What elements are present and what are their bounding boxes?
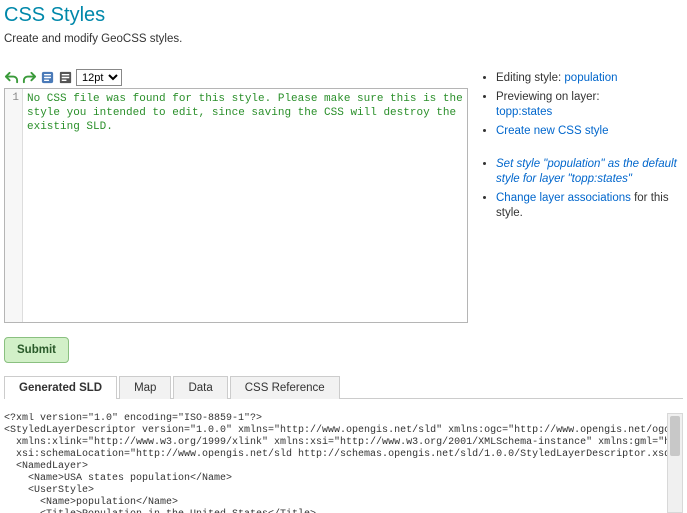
tab-map[interactable]: Map <box>119 376 171 399</box>
sld-scrollbar-thumb[interactable] <box>670 416 680 456</box>
preview-layer-link[interactable]: topp:states <box>496 106 552 118</box>
tab-data[interactable]: Data <box>173 376 227 399</box>
generated-sld-output: <?xml version="1.0" encoding="ISO-8859-1… <box>4 413 683 513</box>
tab-generated-sld[interactable]: Generated SLD <box>4 376 117 399</box>
tab-css-reference[interactable]: CSS Reference <box>230 376 340 399</box>
reformat-icon[interactable] <box>58 70 73 85</box>
change-layer-associations-link[interactable]: Change layer associations <box>496 192 631 204</box>
page-subtitle: Create and modify GeoCSS styles. <box>4 33 683 45</box>
sidebar-item-set-default: Set style "population" as the default st… <box>496 157 683 187</box>
generated-sld-panel: <?xml version="1.0" encoding="ISO-8859-1… <box>4 413 683 513</box>
editor-toolbar: 12pt <box>4 69 468 86</box>
submit-button[interactable]: Submit <box>4 337 69 363</box>
editing-style-link[interactable]: population <box>564 72 617 84</box>
sidebar-item-editing: Editing style: population <box>496 71 683 86</box>
sidebar-item-change-assoc: Change layer associations for this style… <box>496 191 683 221</box>
page-title: CSS Styles <box>4 0 683 33</box>
redo-icon[interactable] <box>22 70 37 85</box>
preview-label: Previewing on layer: <box>496 91 600 103</box>
font-size-select[interactable]: 12pt <box>76 69 122 86</box>
result-tabs: Generated SLD Map Data CSS Reference <box>4 375 683 399</box>
editing-style-label: Editing style: <box>496 72 564 84</box>
create-new-css-link[interactable]: Create new CSS style <box>496 125 609 137</box>
css-editor[interactable]: 1 No CSS file was found for this style. … <box>4 88 468 323</box>
undo-icon[interactable] <box>4 70 19 85</box>
actions-sidebar: Editing style: population Previewing on … <box>478 69 683 363</box>
sidebar-item-preview: Previewing on layer: topp:states <box>496 90 683 120</box>
editor-content[interactable]: No CSS file was found for this style. Pl… <box>23 89 467 322</box>
sld-scrollbar[interactable] <box>667 413 683 513</box>
set-default-style-link[interactable]: Set style "population" as the default st… <box>496 158 677 185</box>
editor-gutter: 1 <box>5 89 23 322</box>
goto-line-icon[interactable] <box>40 70 55 85</box>
sidebar-item-create: Create new CSS style <box>496 124 683 139</box>
